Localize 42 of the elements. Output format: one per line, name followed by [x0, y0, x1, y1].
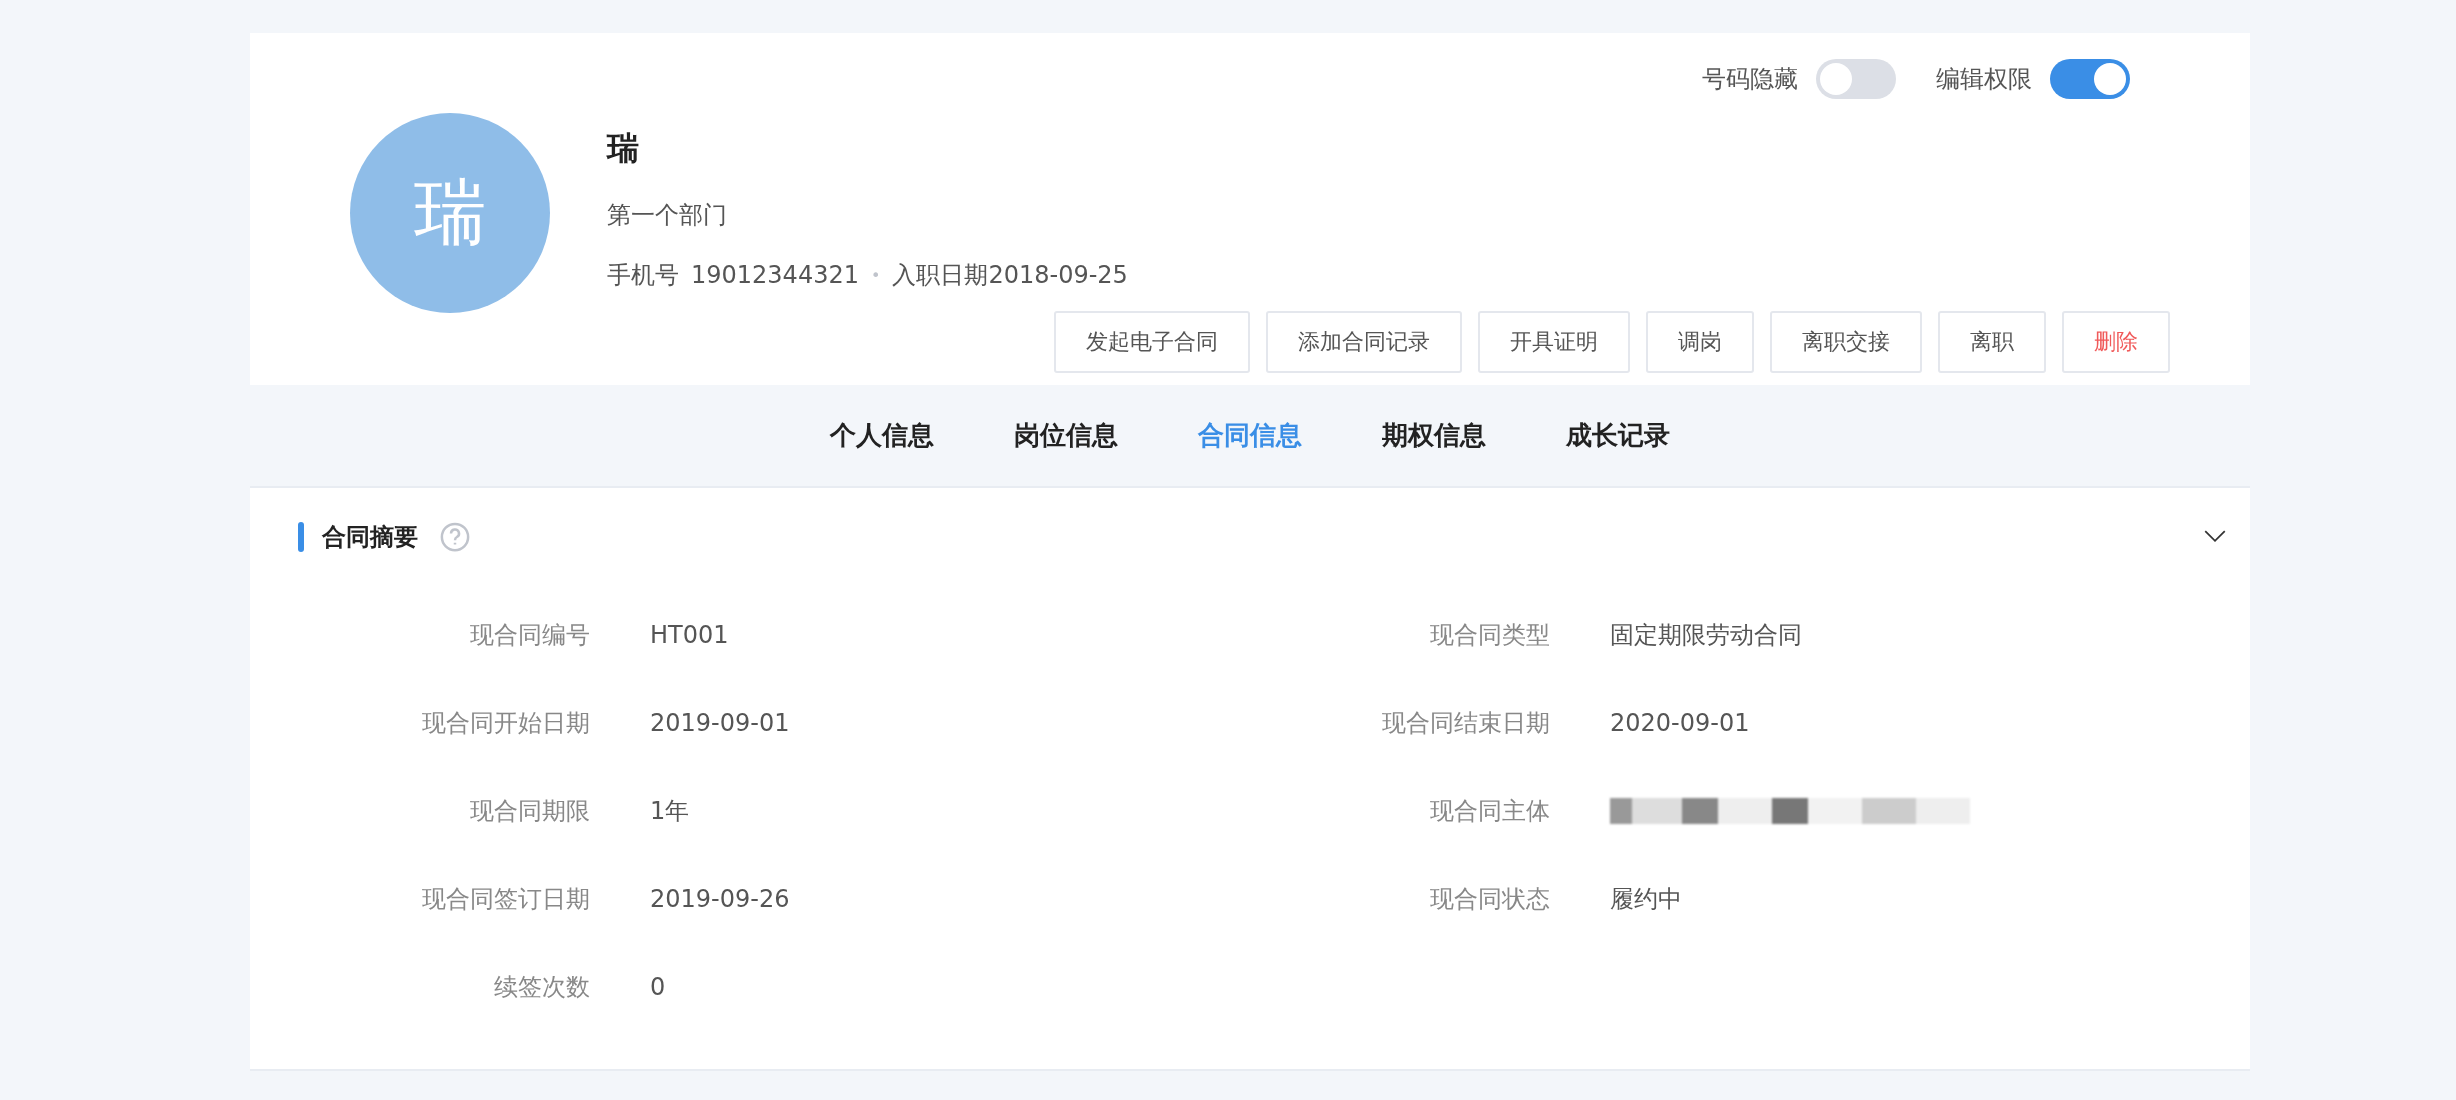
action-button[interactable]: 离职交接 — [1770, 311, 1922, 373]
field-label: 现合同主体 — [1429, 796, 1550, 827]
field-value: 0 — [650, 973, 666, 1001]
avatar: 瑞 — [350, 113, 550, 313]
field-label: 现合同签订日期 — [421, 884, 590, 915]
toggle-label: 编辑权限 — [1936, 64, 2032, 95]
field-value: 履约中 — [1610, 884, 1682, 915]
department-text: 第一个部门 — [607, 200, 728, 231]
toggle-label: 号码隐藏 — [1702, 64, 1798, 95]
field-label: 现合同状态 — [1429, 884, 1550, 915]
hire-date: 入职日期2018-09-25 — [892, 260, 1128, 291]
toggle-switch[interactable] — [2050, 59, 2130, 99]
separator-dot: • — [870, 265, 881, 285]
employee-name: 瑞 — [607, 128, 640, 169]
field-value: 2019-09-26 — [650, 885, 790, 913]
field-value: 2019-09-01 — [650, 709, 790, 737]
phone-number: 19012344321 — [691, 261, 859, 289]
field-value: 2020-09-01 — [1610, 709, 1750, 737]
action-button[interactable]: 开具证明 — [1478, 311, 1630, 373]
tab[interactable]: 成长记录 — [1554, 410, 1682, 461]
field-value: HT001 — [650, 621, 729, 649]
section-title: 合同摘要 — [322, 521, 418, 553]
field-value: 固定期限劳动合同 — [1610, 620, 1802, 651]
field-label: 现合同结束日期 — [1381, 708, 1550, 739]
toggle-switch[interactable] — [1816, 59, 1896, 99]
field-label: 续签次数 — [493, 972, 590, 1003]
phone-label: 手机号 — [607, 260, 679, 291]
field-label: 现合同编号 — [469, 620, 590, 651]
field-value: 1年 — [650, 796, 690, 827]
field-label: 现合同期限 — [469, 796, 590, 827]
action-button[interactable]: 添加合同记录 — [1266, 311, 1462, 373]
help-icon[interactable] — [440, 521, 470, 552]
tab[interactable]: 岗位信息 — [1002, 410, 1130, 461]
field-label: 现合同类型 — [1429, 620, 1550, 651]
tab[interactable]: 期权信息 — [1370, 410, 1498, 461]
field-label: 现合同开始日期 — [421, 708, 590, 739]
action-button[interactable]: 离职 — [1938, 311, 2046, 373]
action-button[interactable]: 调岗 — [1646, 311, 1754, 373]
chevron-icon[interactable] — [2204, 530, 2226, 543]
tab[interactable]: 个人信息 — [818, 410, 946, 461]
action-button[interactable]: 发起电子合同 — [1054, 311, 1250, 373]
section-marker — [298, 521, 304, 552]
